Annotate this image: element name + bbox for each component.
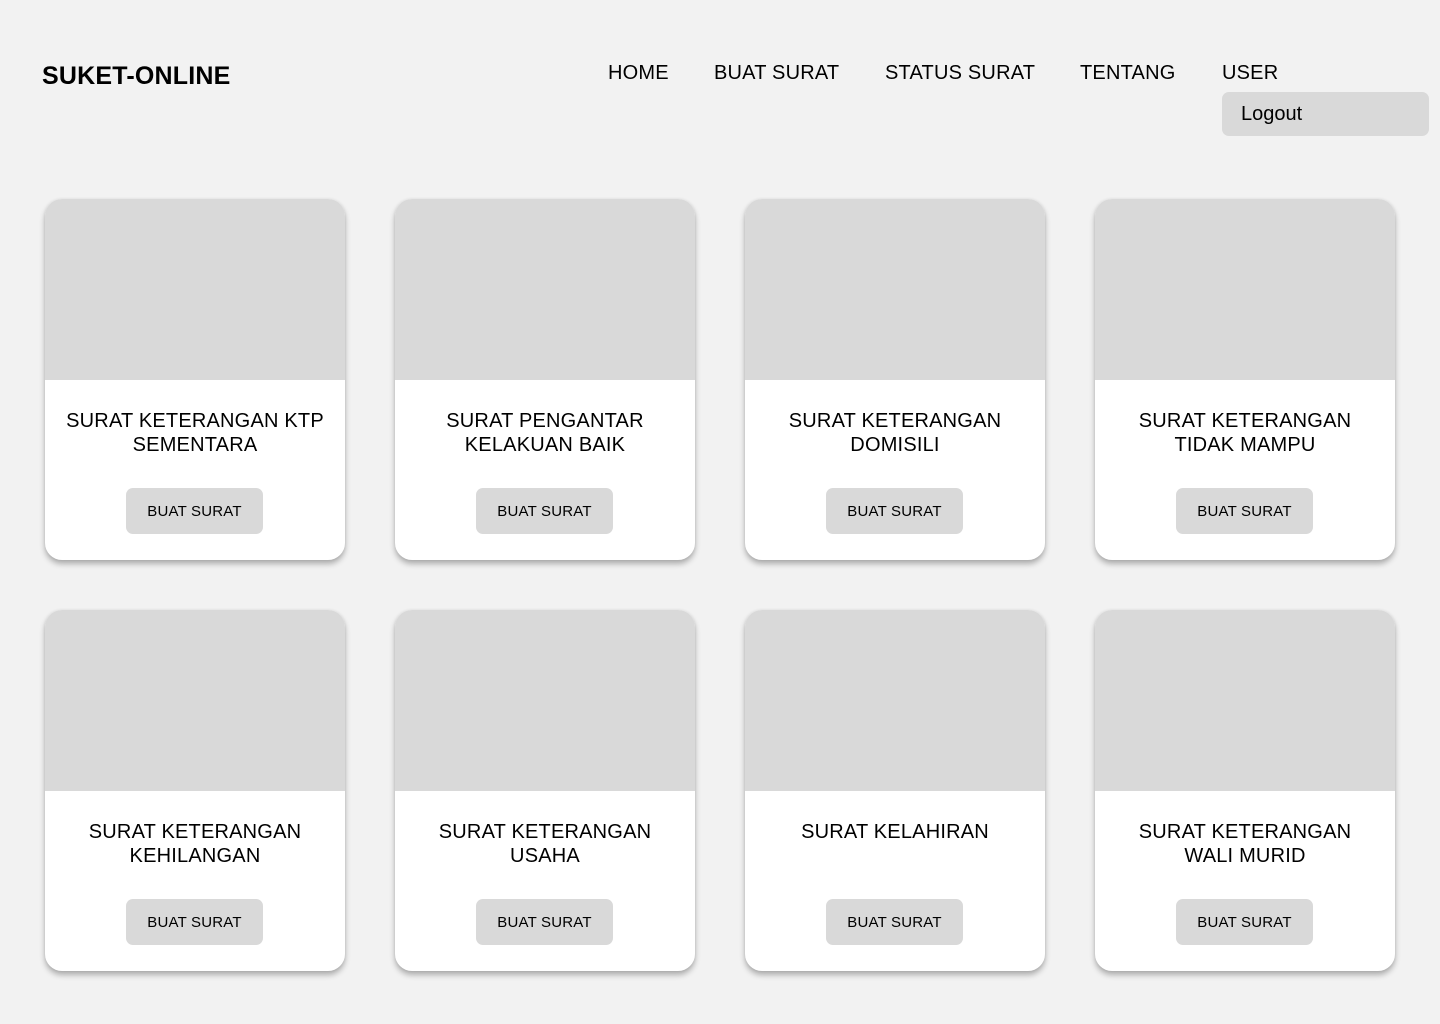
letter-card-domisili: SURAT KETERANGAN DOMISILI BUAT SURAT [745,199,1045,560]
card-image-placeholder [395,199,695,380]
card-image-placeholder [745,199,1045,380]
letter-card-kehilangan: SURAT KETERANGAN KEHILANGAN BUAT SURAT [45,610,345,971]
logout-button[interactable]: Logout [1222,92,1429,136]
nav-user[interactable]: USER [1222,62,1278,85]
buat-surat-button[interactable]: BUAT SURAT [826,899,963,945]
card-title: SURAT KETERANGAN TIDAK MAMPU [1105,409,1385,457]
card-image-placeholder [45,610,345,791]
letter-card-usaha: SURAT KETERANGAN USAHA BUAT SURAT [395,610,695,971]
buat-surat-button[interactable]: BUAT SURAT [476,488,613,534]
card-title-line: SEMENTARA [132,434,258,456]
card-title: SURAT KETERANGAN DOMISILI [755,409,1035,457]
letter-card-ktp-sementara: SURAT KETERANGAN KTP SEMENTARA BUAT SURA… [45,199,345,560]
card-title-line: SURAT KETERANGAN KTP [66,410,324,432]
buat-surat-button[interactable]: BUAT SURAT [1176,488,1313,534]
card-title-line: SURAT KETERANGAN [438,821,652,843]
card-title-line: SURAT KETERANGAN [88,821,302,843]
nav-tentang[interactable]: TENTANG [1080,62,1175,85]
buat-surat-button[interactable]: BUAT SURAT [826,488,963,534]
card-title: SURAT KELAHIRAN [755,820,1035,844]
card-title-line: SURAT KETERANGAN [788,410,1002,432]
letter-card-kelakuan-baik: SURAT PENGANTAR KELAKUAN BAIK BUAT SURAT [395,199,695,560]
card-title-line: DOMISILI [850,434,940,456]
card-title-line: USAHA [510,845,580,867]
letter-card-kelahiran: SURAT KELAHIRAN BUAT SURAT [745,610,1045,971]
card-image-placeholder [45,199,345,380]
card-title-line: KELAKUAN BAIK [464,434,626,456]
nav-status-surat[interactable]: STATUS SURAT [885,62,1035,85]
buat-surat-button[interactable]: BUAT SURAT [126,899,263,945]
card-title: SURAT KETERANGAN KEHILANGAN [55,820,335,868]
buat-surat-button[interactable]: BUAT SURAT [126,488,263,534]
card-title: SURAT KETERANGAN KTP SEMENTARA [55,409,335,457]
letter-card-wali-murid: SURAT KETERANGAN WALI MURID BUAT SURAT [1095,610,1395,971]
card-image-placeholder [1095,610,1395,791]
main-nav: HOME BUAT SURAT STATUS SURAT TENTANG USE… [0,62,1440,92]
card-title-line: TIDAK MAMPU [1174,434,1316,456]
card-title-line: SURAT KETERANGAN [1138,821,1352,843]
nav-home[interactable]: HOME [608,62,669,85]
letter-card-tidak-mampu: SURAT KETERANGAN TIDAK MAMPU BUAT SURAT [1095,199,1395,560]
buat-surat-button[interactable]: BUAT SURAT [1176,899,1313,945]
card-title: SURAT KETERANGAN WALI MURID [1105,820,1385,868]
card-image-placeholder [395,610,695,791]
buat-surat-button[interactable]: BUAT SURAT [476,899,613,945]
card-title-line: SURAT PENGANTAR [446,410,644,432]
card-title: SURAT KETERANGAN USAHA [405,820,685,868]
card-image-placeholder [745,610,1045,791]
card-title-line: WALI MURID [1184,845,1306,867]
card-title-line: KEHILANGAN [129,845,261,867]
card-title: SURAT PENGANTAR KELAKUAN BAIK [405,409,685,457]
nav-buat-surat[interactable]: BUAT SURAT [714,62,839,85]
card-title-line: SURAT KETERANGAN [1138,410,1352,432]
card-image-placeholder [1095,199,1395,380]
card-title-line: SURAT KELAHIRAN [801,821,989,843]
